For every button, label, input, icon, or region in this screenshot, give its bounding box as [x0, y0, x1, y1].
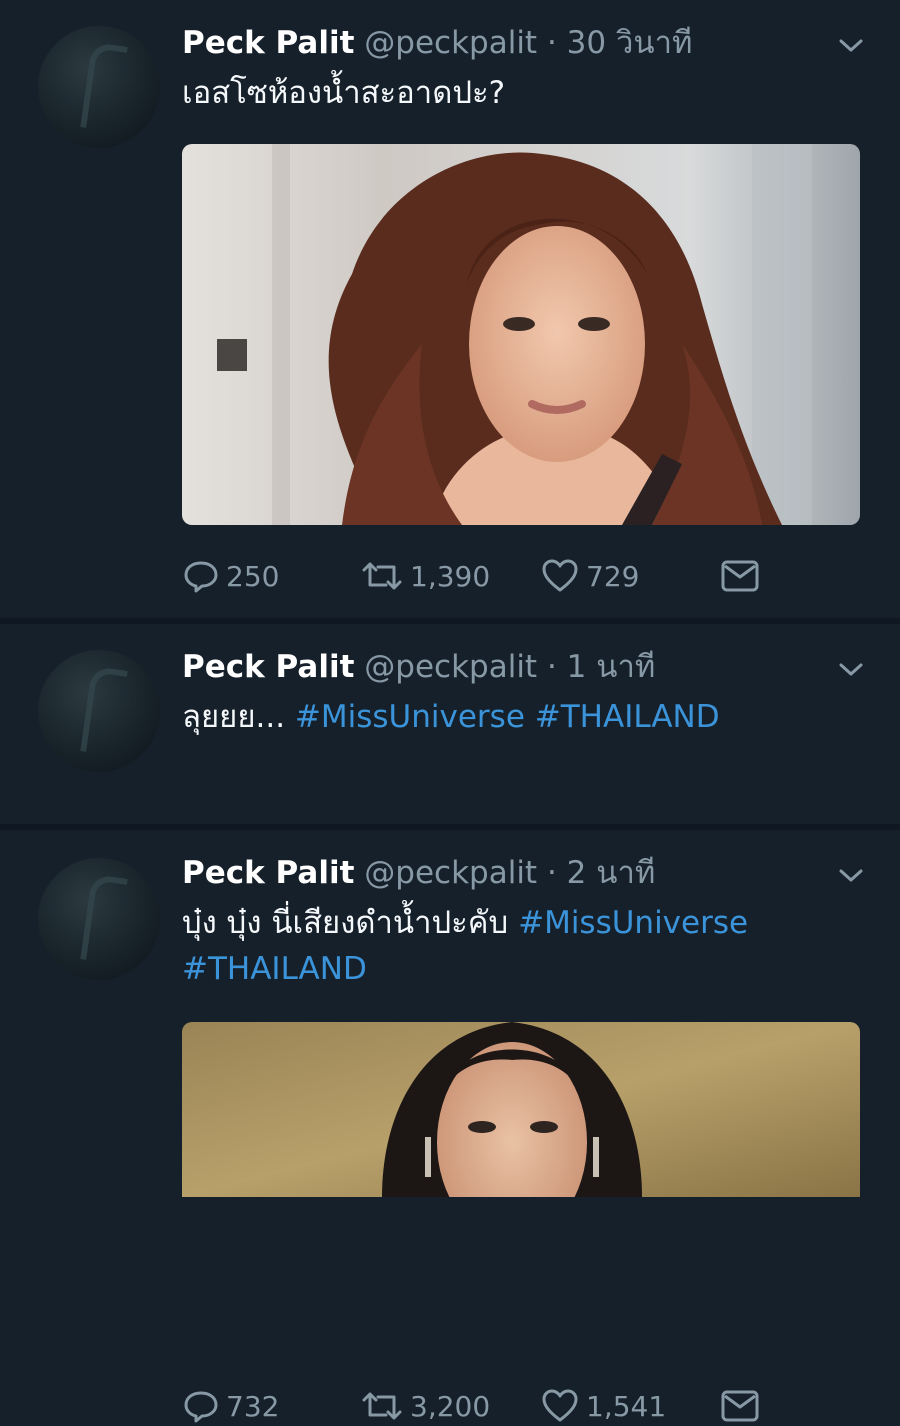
chevron-down-icon[interactable]	[836, 30, 866, 60]
tweet[interactable]: Peck Palit @peckpalit · 1 นาที ลุยยย... …	[0, 624, 900, 1423]
separator-dot: ·	[546, 25, 557, 61]
chevron-down-icon[interactable]	[836, 654, 866, 684]
reply-count: 250	[226, 559, 280, 593]
timestamp[interactable]: 1 นาที	[567, 649, 656, 685]
like-button[interactable]: 729	[540, 556, 639, 596]
direct-message-icon	[721, 1390, 759, 1422]
tweet-header: Peck Palit @peckpalit · 2 นาที	[182, 852, 655, 894]
chevron-down-icon[interactable]	[836, 860, 866, 890]
retweet-icon	[362, 562, 402, 590]
reply-count: 732	[226, 1389, 280, 1423]
tweet-text-body: เอสโซห้องน้ำสะอาดปะ?	[182, 75, 506, 111]
avatar[interactable]	[38, 26, 160, 148]
hashtag-link[interactable]: #THAILAND	[182, 951, 367, 987]
tweet[interactable]: Peck Palit @peckpalit · 30 วินาที เอสโซห…	[0, 0, 900, 618]
like-count: 1,541	[586, 1389, 667, 1423]
tweet-photo[interactable]	[182, 1022, 860, 1197]
tweet-text: บุ๋ง บุ๋ง นี่เสียงดำน้ำปะคับ #MissUniver…	[182, 900, 862, 992]
retweet-button[interactable]: 1,390	[360, 556, 490, 596]
timestamp[interactable]: 2 นาที	[567, 855, 656, 891]
reply-icon	[184, 561, 218, 593]
avatar[interactable]	[38, 650, 160, 772]
tweet-text-body: บุ๋ง บุ๋ง นี่เสียงดำน้ำปะคับ	[182, 905, 509, 941]
display-name[interactable]: Peck Palit	[182, 649, 354, 685]
hashtag-link[interactable]: #THAILAND	[535, 699, 720, 735]
portrait-photo	[182, 1022, 860, 1197]
tweet-text: ลุยยย... #MissUniverse #THAILAND	[182, 694, 862, 740]
user-handle[interactable]: @peckpalit	[364, 649, 537, 685]
retweet-count: 1,390	[410, 559, 491, 593]
direct-message-button[interactable]	[720, 556, 766, 596]
tweet-header: Peck Palit @peckpalit · 1 นาที	[182, 646, 655, 688]
reply-button[interactable]: 732	[182, 1386, 279, 1426]
tweet-actions: 250 1,390 729	[182, 556, 862, 596]
hashtag-link[interactable]: #MissUniverse	[295, 699, 525, 735]
like-icon	[542, 1389, 578, 1422]
user-handle[interactable]: @peckpalit	[364, 25, 537, 61]
tweet-text: เอสโซห้องน้ำสะอาดปะ?	[182, 70, 862, 116]
retweet-button[interactable]: 3,200	[360, 1386, 490, 1426]
portrait-photo	[182, 144, 860, 525]
retweet-icon	[362, 1392, 402, 1420]
retweet-count: 3,200	[410, 1389, 491, 1423]
tweet[interactable]: Peck Palit @peckpalit · 2 นาที บุ๋ง บุ๋ง…	[0, 830, 900, 1197]
hashtag-link[interactable]: #MissUniverse	[518, 905, 748, 941]
display-name[interactable]: Peck Palit	[182, 855, 354, 891]
tweet-header: Peck Palit @peckpalit · 30 วินาที	[182, 22, 692, 64]
avatar[interactable]	[38, 858, 160, 980]
separator-dot: ·	[546, 649, 557, 685]
like-count: 729	[586, 559, 640, 593]
user-handle[interactable]: @peckpalit	[364, 855, 537, 891]
direct-message-icon	[721, 560, 759, 592]
tweet-photo[interactable]	[182, 144, 860, 525]
reply-button[interactable]: 250	[182, 556, 279, 596]
display-name[interactable]: Peck Palit	[182, 25, 354, 61]
like-icon	[542, 559, 578, 592]
tweet-actions: 732 3,200 1,541	[182, 1386, 862, 1426]
reply-icon	[184, 1391, 218, 1423]
tweet-text-body: ลุยยย...	[182, 699, 286, 735]
like-button[interactable]: 1,541	[540, 1386, 666, 1426]
separator-dot: ·	[546, 855, 557, 891]
timestamp[interactable]: 30 วินาที	[567, 25, 693, 61]
direct-message-button[interactable]	[720, 1386, 766, 1426]
